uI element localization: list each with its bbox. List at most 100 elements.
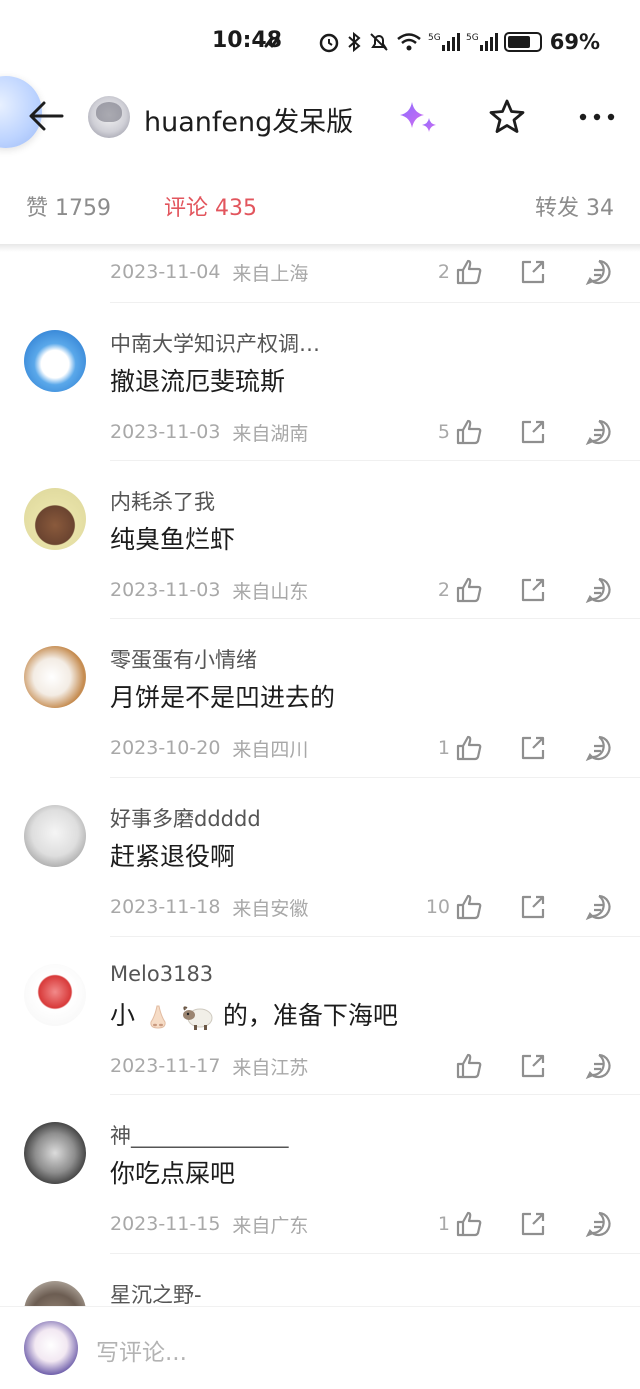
comment-date: 2023-11-17 bbox=[110, 1055, 221, 1077]
comment-location: 来自山东 bbox=[232, 580, 309, 603]
battery-icon bbox=[503, 32, 542, 52]
share-icon[interactable] bbox=[518, 417, 548, 447]
divider bbox=[110, 1253, 640, 1254]
comment-date: 2023-11-04 bbox=[110, 261, 221, 283]
sheep-emoji-icon bbox=[182, 1006, 213, 1030]
tab-likes[interactable]: 赞 1759 bbox=[26, 190, 111, 222]
comment-item[interactable]: 中南大学知识产权调… 撤退流厄斐琉斯 2023-11-03 来自湖南 5 bbox=[0, 302, 640, 460]
share-icon[interactable] bbox=[518, 1051, 548, 1081]
comment-input[interactable]: 写评论... bbox=[96, 1333, 187, 1367]
comment-location: 来自安徽 bbox=[232, 897, 309, 920]
comment-text-suffix: 的，准备下海吧 bbox=[222, 1001, 398, 1030]
comment-item[interactable]: 神_______________ 你吃点屎吧 2023-11-15 来自广东 1 bbox=[0, 1094, 640, 1252]
share-icon[interactable] bbox=[518, 257, 548, 287]
tab-reposts[interactable]: 转发 34 bbox=[535, 190, 614, 222]
comment-item[interactable]: Melo3183 小 的，准备下海吧 2023-11-17 来自江苏 bbox=[0, 936, 640, 1094]
signal-5g-icon-2: 5G bbox=[466, 33, 498, 51]
comment-meta: 2023-11-03 来自山东 2 bbox=[110, 570, 640, 610]
like-count: 5 bbox=[437, 421, 450, 443]
comment-meta: 2023-11-17 来自江苏 bbox=[110, 1046, 640, 1086]
comment-date: 2023-11-03 bbox=[110, 421, 221, 443]
svg-text:5G: 5G bbox=[466, 33, 479, 43]
status-bar: 10:48 5G 5G 69% bbox=[0, 0, 640, 84]
tab-comments[interactable]: 评论 435 bbox=[164, 190, 257, 222]
battery-percent: 69% bbox=[549, 30, 600, 54]
like-button[interactable]: 10 bbox=[420, 892, 484, 922]
like-button[interactable]: 2 bbox=[420, 257, 484, 287]
like-button[interactable]: 5 bbox=[420, 417, 484, 447]
like-count: 1 bbox=[437, 737, 450, 759]
comment-list[interactable]: 2023-11-04 来自上海 2 中南大学知识产权调… 撤退流厄斐琉斯 202… bbox=[0, 250, 640, 1306]
back-arrow-icon[interactable] bbox=[26, 98, 66, 134]
comment-username[interactable]: 好事多磨ddddd bbox=[110, 803, 261, 833]
link-icon bbox=[264, 36, 280, 48]
comment-actions: 1 bbox=[420, 1204, 614, 1244]
avatar[interactable] bbox=[24, 330, 86, 392]
sparkle-icon[interactable] bbox=[396, 98, 440, 138]
like-button[interactable] bbox=[420, 1051, 484, 1081]
reply-icon[interactable] bbox=[584, 1209, 614, 1239]
comment-actions: 1 bbox=[420, 728, 614, 768]
comment-date: 2023-11-15 bbox=[110, 1213, 221, 1235]
reply-icon[interactable] bbox=[584, 257, 614, 287]
avatar[interactable] bbox=[24, 1122, 86, 1184]
like-count: 10 bbox=[425, 896, 450, 918]
comment-username[interactable]: 星沉之野- bbox=[110, 1279, 202, 1306]
divider bbox=[110, 618, 640, 619]
divider bbox=[110, 936, 640, 937]
bottom-comment-bar: 写评论... bbox=[0, 1306, 640, 1389]
like-button[interactable]: 1 bbox=[420, 733, 484, 763]
share-icon[interactable] bbox=[518, 892, 548, 922]
like-button[interactable]: 2 bbox=[420, 575, 484, 605]
bluetooth-icon bbox=[348, 31, 361, 53]
comment-item[interactable]: 内耗杀了我 纯臭鱼烂虾 2023-11-03 来自山东 2 bbox=[0, 460, 640, 618]
comment-username[interactable]: 神_______________ bbox=[110, 1120, 289, 1150]
like-button[interactable]: 1 bbox=[420, 1209, 484, 1239]
thumbs-up-icon bbox=[456, 419, 482, 445]
comment-item[interactable]: 星沉之野- bbox=[0, 1253, 640, 1306]
comment-location: 来自四川 bbox=[232, 738, 309, 761]
thumbs-up-icon bbox=[456, 259, 482, 285]
comment-username[interactable]: Melo3183 bbox=[110, 962, 213, 986]
comment-item[interactable]: 零蛋蛋有小情绪 月饼是不是凹进去的 2023-10-20 来自四川 1 bbox=[0, 618, 640, 776]
comment-actions bbox=[420, 1046, 614, 1086]
comment-actions: 2 bbox=[420, 252, 614, 292]
reply-icon[interactable] bbox=[584, 575, 614, 605]
author-avatar[interactable] bbox=[88, 96, 130, 138]
comment-actions: 5 bbox=[420, 412, 614, 452]
my-avatar[interactable] bbox=[24, 1321, 78, 1375]
comment-location: 来自广东 bbox=[232, 1214, 309, 1237]
header: huanfeng发呆版 bbox=[0, 84, 640, 150]
thumbs-up-icon bbox=[456, 577, 482, 603]
comment-meta: 2023-11-18 来自安徽 10 bbox=[110, 887, 640, 927]
tab-bar: 赞 1759 评论 435 转发 34 bbox=[0, 180, 640, 232]
comment-actions: 2 bbox=[420, 570, 614, 610]
wifi-icon bbox=[396, 33, 421, 51]
comment-location: 来自江苏 bbox=[232, 1056, 309, 1079]
comment-username[interactable]: 内耗杀了我 bbox=[110, 486, 215, 516]
reply-icon[interactable] bbox=[584, 417, 614, 447]
avatar[interactable] bbox=[24, 964, 86, 1026]
share-icon[interactable] bbox=[518, 1209, 548, 1239]
reply-icon[interactable] bbox=[584, 1051, 614, 1081]
avatar[interactable] bbox=[24, 488, 86, 550]
thumbs-up-icon bbox=[456, 1211, 482, 1237]
like-count: 1 bbox=[437, 1213, 450, 1235]
star-icon[interactable] bbox=[488, 98, 526, 136]
reply-icon[interactable] bbox=[584, 733, 614, 763]
avatar[interactable] bbox=[24, 1281, 86, 1306]
share-icon[interactable] bbox=[518, 575, 548, 605]
reply-icon[interactable] bbox=[584, 892, 614, 922]
share-icon[interactable] bbox=[518, 733, 548, 763]
thumbs-up-icon bbox=[456, 894, 482, 920]
comment-location: 来自上海 bbox=[232, 262, 309, 285]
divider bbox=[110, 302, 640, 303]
comment-text: 赶紧退役啊 bbox=[110, 842, 236, 871]
comment-item[interactable]: 好事多磨ddddd 赶紧退役啊 2023-11-18 来自安徽 10 bbox=[0, 777, 640, 935]
avatar[interactable] bbox=[24, 805, 86, 867]
avatar[interactable] bbox=[24, 646, 86, 708]
more-icon[interactable] bbox=[578, 98, 616, 136]
comment-location: 来自湖南 bbox=[232, 422, 309, 445]
comment-username[interactable]: 零蛋蛋有小情绪 bbox=[110, 644, 257, 674]
comment-username[interactable]: 中南大学知识产权调… bbox=[110, 328, 320, 358]
